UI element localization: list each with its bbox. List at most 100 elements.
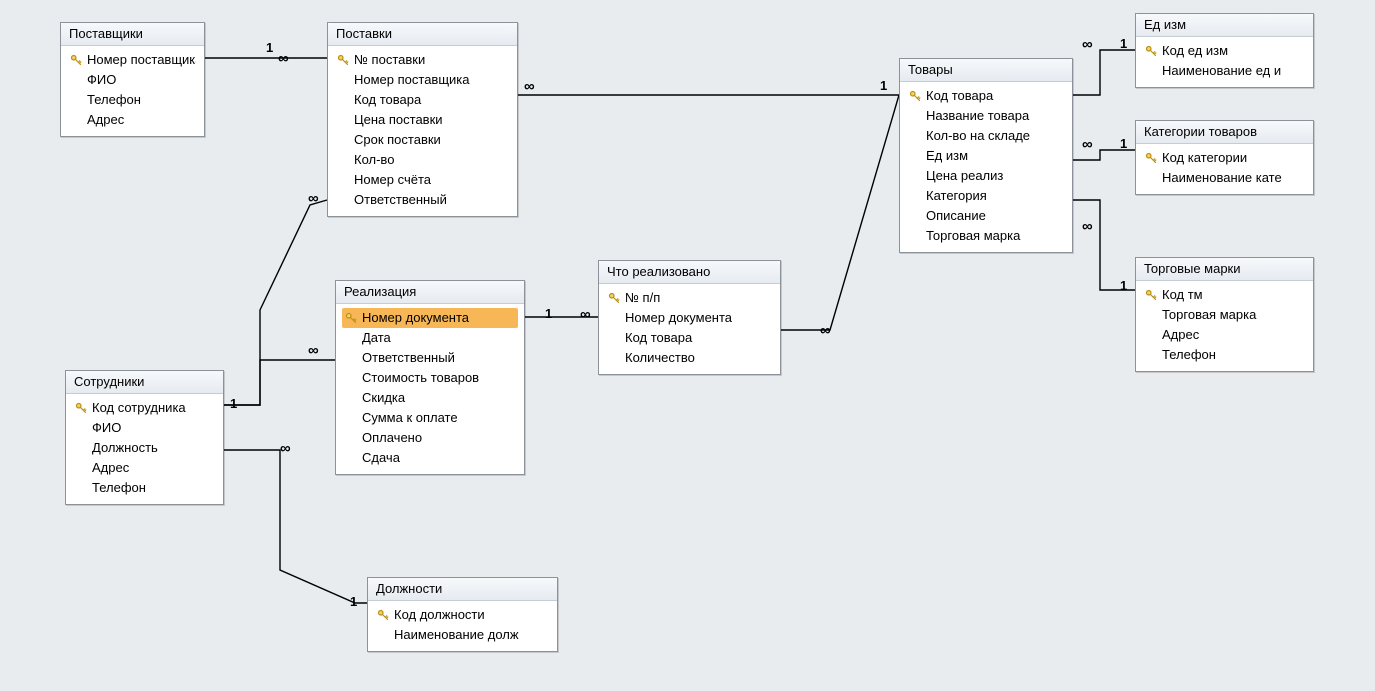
field-row[interactable]: Цена реализ (906, 166, 1066, 186)
cardinality-label: ∞ (308, 190, 319, 207)
field-name: Адрес (87, 111, 196, 129)
cardinality-label: 1 (266, 40, 273, 55)
key-icon (376, 609, 390, 621)
table-title[interactable]: Сотрудники (66, 371, 223, 394)
field-row[interactable]: Код ед изм (1142, 41, 1307, 61)
table-title[interactable]: Поставщики (61, 23, 204, 46)
key-icon (69, 54, 83, 66)
cardinality-label: 1 (1120, 278, 1127, 293)
table-title[interactable]: Категории товаров (1136, 121, 1313, 144)
table-employees[interactable]: Сотрудники Код сотрудникаФИОДолжностьАдре… (65, 370, 224, 505)
table-brands[interactable]: Торговые марки Код тмТорговая маркаАдресТ… (1135, 257, 1314, 372)
field-name: Адрес (1162, 326, 1305, 344)
table-suppliers[interactable]: Поставщики Номер поставщикаФИОТелефонАдре… (60, 22, 205, 137)
field-row[interactable]: ФИО (72, 418, 217, 438)
field-row[interactable]: Номер поставщика (334, 70, 511, 90)
field-row[interactable]: Оплачено (342, 428, 518, 448)
field-row[interactable]: Категория (906, 186, 1066, 206)
field-row[interactable]: Срок поставки (334, 130, 511, 150)
field-row[interactable]: Название товара (906, 106, 1066, 126)
field-name: Кол-во (354, 151, 509, 169)
key-icon (344, 312, 358, 324)
field-name: Код ед изм (1162, 42, 1305, 60)
field-row[interactable]: Адрес (67, 110, 198, 130)
field-row[interactable]: Описание (906, 206, 1066, 226)
field-name: Ответственный (362, 349, 516, 367)
table-title[interactable]: Ед изм (1136, 14, 1313, 37)
field-row[interactable]: Код товара (906, 86, 1066, 106)
table-units[interactable]: Ед изм Код ед измНаименование ед и (1135, 13, 1314, 88)
field-name: Номер поставщика (354, 71, 509, 89)
field-row[interactable]: Номер документа (342, 308, 518, 328)
field-row[interactable]: Номер поставщика (67, 50, 198, 70)
field-row[interactable]: Стоимость товаров (342, 368, 518, 388)
field-row[interactable]: Скидка (342, 388, 518, 408)
cardinality-label: ∞ (1082, 136, 1093, 153)
field-row[interactable]: Наименование кате (1142, 168, 1307, 188)
field-row[interactable]: Телефон (72, 478, 217, 498)
field-row[interactable]: Код сотрудника (72, 398, 217, 418)
table-title[interactable]: Что реализовано (599, 261, 780, 284)
field-row[interactable]: Ед изм (906, 146, 1066, 166)
cardinality-label: ∞ (1082, 218, 1093, 235)
field-name: Скидка (362, 389, 516, 407)
table-title[interactable]: Торговые марки (1136, 258, 1313, 281)
field-name: Срок поставки (354, 131, 509, 149)
field-row[interactable]: ФИО (67, 70, 198, 90)
field-row[interactable]: Сдача (342, 448, 518, 468)
field-row[interactable]: Код должности (374, 605, 551, 625)
field-row[interactable]: Наименование долж (374, 625, 551, 645)
table-categories[interactable]: Категории товаров Код категорииНаименован… (1135, 120, 1314, 195)
field-row[interactable]: Код тм (1142, 285, 1307, 305)
key-icon (607, 292, 621, 304)
field-row[interactable]: Телефон (67, 90, 198, 110)
table-body: № п/пНомер документаКод товараКоличество (599, 284, 780, 374)
key-icon (1144, 289, 1158, 301)
field-row[interactable]: Дата (342, 328, 518, 348)
field-row[interactable]: Кол-во (334, 150, 511, 170)
table-title[interactable]: Реализация (336, 281, 524, 304)
table-title[interactable]: Должности (368, 578, 557, 601)
field-row[interactable]: Адрес (1142, 325, 1307, 345)
field-row[interactable]: Ответственный (334, 190, 511, 210)
table-deliveries[interactable]: Поставки № поставки Номер поставщикаКод то… (327, 22, 518, 217)
field-name: ФИО (87, 71, 196, 89)
cardinality-label: ∞ (524, 78, 535, 95)
field-name: Оплачено (362, 429, 516, 447)
table-positions[interactable]: Должности Код должностиНаименование долж (367, 577, 558, 652)
field-row[interactable]: № п/п (605, 288, 774, 308)
field-row[interactable]: Количество (605, 348, 774, 368)
field-row[interactable]: Должность (72, 438, 217, 458)
field-name: Категория (926, 187, 1064, 205)
field-row[interactable]: № поставки (334, 50, 511, 70)
field-row[interactable]: Номер документа (605, 308, 774, 328)
table-goods[interactable]: Товары Код товараНазвание товараКол-во на… (899, 58, 1073, 253)
field-row[interactable]: Сумма к оплате (342, 408, 518, 428)
field-row[interactable]: Код товара (605, 328, 774, 348)
table-title[interactable]: Поставки (328, 23, 517, 46)
relationship-diagram-canvas[interactable]: 1∞∞11∞∞∞11∞∞∞1∞1∞1 ПоставщикиНомер поста… (0, 0, 1375, 691)
field-row[interactable]: Телефон (1142, 345, 1307, 365)
key-icon (1144, 45, 1158, 57)
field-row[interactable]: Ответственный (342, 348, 518, 368)
table-sold[interactable]: Что реализовано№ п/пНомер документаКод т… (598, 260, 781, 375)
table-body: № поставки Номер поставщикаКод товараЦена… (328, 46, 517, 216)
table-sales[interactable]: Реализация Номер документаДатаОтветственн… (335, 280, 525, 475)
field-row[interactable]: Код категории (1142, 148, 1307, 168)
field-name: Ответственный (354, 191, 509, 209)
cardinality-label: ∞ (308, 342, 319, 359)
field-row[interactable]: Наименование ед и (1142, 61, 1307, 81)
field-row[interactable]: Торговая марка (906, 226, 1066, 246)
field-name: № поставки (354, 51, 509, 69)
table-title[interactable]: Товары (900, 59, 1072, 82)
field-name: Стоимость товаров (362, 369, 516, 387)
field-row[interactable]: Цена поставки (334, 110, 511, 130)
field-row[interactable]: Номер счёта (334, 170, 511, 190)
field-row[interactable]: Торговая марка (1142, 305, 1307, 325)
field-name: Код товара (926, 87, 1064, 105)
field-name: Код товара (625, 329, 772, 347)
field-row[interactable]: Код товара (334, 90, 511, 110)
cardinality-label: ∞ (1082, 36, 1093, 53)
field-row[interactable]: Кол-во на складе (906, 126, 1066, 146)
field-row[interactable]: Адрес (72, 458, 217, 478)
